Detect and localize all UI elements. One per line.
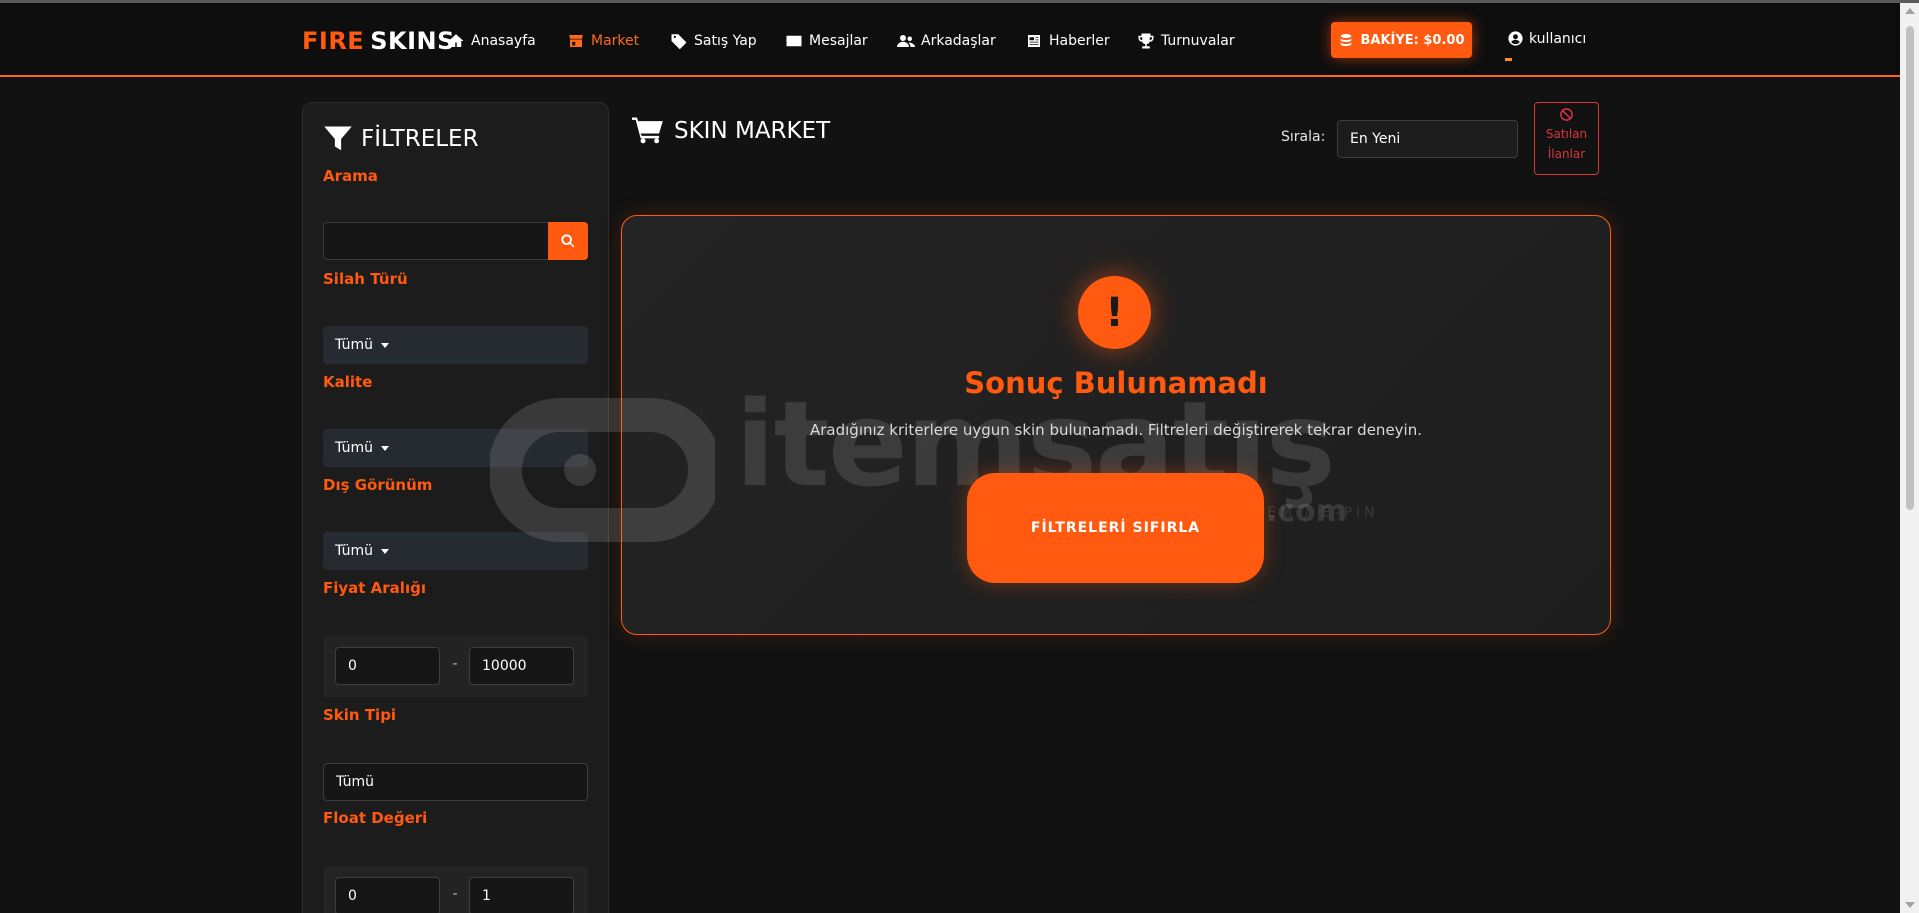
quality-value: Tümü [335,440,374,456]
float-max-input[interactable]: 1 [469,877,574,913]
scroll-up-arrow-icon[interactable] [1905,8,1915,14]
brand-fire: FIRE [302,27,365,55]
nav-market-label: Market [591,33,640,49]
nav-friends[interactable]: Arkadaşlar [897,29,996,53]
float-value-label: Float Değeri [323,809,428,827]
reset-filters-button[interactable]: FİLTRELERİ SIFIRLA [967,473,1264,583]
trophy-icon [1138,33,1154,49]
filters-panel: FİLTRELER Arama Silah Türü Tümü Kalite T… [302,102,609,913]
caret-down-icon [381,445,390,451]
skin-type-select[interactable]: Tümü [323,763,588,801]
search-input[interactable] [323,222,548,260]
price-range-label: Fiyat Aralığı [323,579,426,597]
page-title: SKIN MARKET [632,116,830,146]
page-title-label: SKIN MARKET [674,118,831,144]
nav-sell[interactable]: Satış Yap [670,29,757,53]
sold-listings-button[interactable]: Satılan İlanlar [1534,102,1599,175]
price-range-group: 0 - 10000 [323,636,588,697]
price-max-input[interactable]: 10000 [469,647,574,685]
brand-skins: SKINS [370,27,455,55]
coins-icon [1341,34,1352,46]
nav-tournaments-label: Turnuvalar [1161,33,1235,49]
newspaper-icon [1028,35,1040,47]
weapon-type-dropdown[interactable]: Tümü [323,326,588,364]
caret-down-icon [381,548,390,554]
nav-market[interactable]: Market [567,29,639,53]
nav-news-label: Haberler [1049,33,1110,49]
weapon-type-value: Tümü [335,337,374,353]
filters-title: FİLTRELER [323,124,479,154]
float-min-input[interactable]: 0 [335,877,440,913]
filter-icon [324,126,352,151]
nav-sell-label: Satış Yap [694,33,757,49]
exterior-dropdown[interactable]: Tümü [323,532,588,570]
skin-type-label: Skin Tipi [323,706,397,724]
exclamation-icon: ! [1078,276,1151,349]
tag-icon [671,34,687,50]
empty-state-title: Sonuç Bulunamadı [964,366,1268,400]
price-min-input[interactable]: 0 [335,647,440,685]
nav-friends-label: Arkadaşlar [921,33,996,49]
quality-label: Kalite [323,373,373,391]
scrollbar-thumb[interactable] [1906,26,1914,510]
weapon-type-label: Silah Türü [323,270,408,288]
navbar: FIRE SKINS Anasayfa Market Satış Yap Mesa… [0,3,1900,77]
balance-label: BAKİYE: $0.00 [1360,32,1465,48]
search-label: Arama [323,167,378,185]
search-icon [561,234,575,248]
users-icon [897,35,915,47]
user-label: kullanıcı [1529,30,1587,47]
notification-dot [1505,58,1512,61]
nav-news[interactable]: Haberler [1025,29,1110,53]
envelope-icon [786,35,802,47]
brand-logo[interactable]: FIRE SKINS [302,27,455,55]
sold-listings-line2: İlanlar [1547,147,1586,161]
home-icon [448,34,464,47]
nav-home-label: Anasayfa [471,33,536,49]
quality-dropdown[interactable]: Tümü [323,429,588,467]
nav-home[interactable]: Anasayfa [447,29,536,53]
nav-tournaments[interactable]: Turnuvalar [1137,29,1235,53]
filters-title-label: FİLTRELER [361,126,479,152]
store-icon [569,35,583,47]
float-range-separator: - [452,886,458,902]
shopping-cart-icon [632,117,663,144]
search-button[interactable] [548,222,588,260]
sort-select[interactable]: En Yeni [1337,120,1518,158]
empty-state-text: Aradığınız kriterlere uygun skin bulunam… [809,421,1422,439]
nav-messages-label: Mesajlar [809,33,868,49]
float-range-group: 0 - 1 [323,866,588,913]
exterior-label: Dış Görünüm [323,476,433,494]
ban-icon [1560,108,1573,121]
user-circle-icon [1508,31,1523,46]
balance-button[interactable]: BAKİYE: $0.00 [1331,22,1472,58]
user-menu[interactable]: kullanıcı [1507,30,1586,47]
search-group [323,222,588,260]
caret-down-icon [381,342,390,348]
scroll-down-arrow-icon[interactable] [1905,902,1915,908]
sold-listings-line1: Satılan [1545,127,1588,141]
nav-messages[interactable]: Mesajlar [785,29,868,53]
exterior-value: Tümü [335,543,374,559]
sort-label: Sırala: [1281,129,1326,145]
price-range-separator: - [452,656,458,672]
